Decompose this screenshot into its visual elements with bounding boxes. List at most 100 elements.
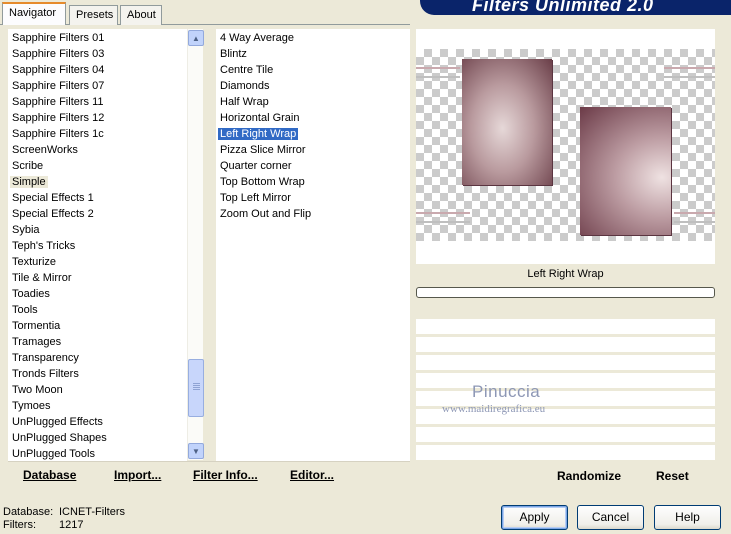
category-item[interactable]: Scribe (8, 158, 187, 174)
preview-edge (416, 67, 460, 69)
preview-edge (674, 221, 715, 223)
category-item-label: Sapphire Filters 04 (12, 64, 105, 76)
category-item-label: Tile & Mirror (12, 272, 72, 284)
category-item[interactable]: Sapphire Filters 04 (8, 62, 187, 78)
filter-item[interactable]: 4 Way Average (216, 30, 410, 46)
category-item[interactable]: ScreenWorks (8, 142, 187, 158)
preview-edge (416, 76, 460, 78)
filter-item[interactable]: Blintz (216, 46, 410, 62)
filter-item[interactable]: Quarter corner (216, 158, 410, 174)
preview-edge (664, 67, 715, 69)
chevron-down-icon: ▼ (192, 446, 200, 456)
filter-item[interactable]: Zoom Out and Flip (216, 206, 410, 222)
category-item-label: Sybia (12, 224, 40, 236)
reset-button[interactable]: Reset (656, 469, 689, 483)
filter-item-label: Diamonds (220, 80, 270, 92)
category-list[interactable]: Sapphire Filters 01 Sapphire Filters 03 Sa… (8, 29, 187, 461)
category-item[interactable]: Two Moon (8, 382, 187, 398)
help-button[interactable]: Help (654, 505, 721, 530)
category-item-label: Special Effects 1 (12, 192, 94, 204)
filter-item[interactable]: Centre Tile (216, 62, 410, 78)
database-button[interactable]: Database (23, 468, 76, 482)
category-item[interactable]: Tramages (8, 334, 187, 350)
category-item[interactable]: Tronds Filters (8, 366, 187, 382)
watermark-url: www.maidiregrafica.eu (442, 403, 546, 415)
category-item-label: UnPlugged Shapes (12, 432, 107, 444)
filter-list[interactable]: 4 Way Average Blintz Centre Tile Diamonds Ha… (216, 29, 410, 461)
category-item-label: Tramages (12, 336, 62, 348)
navigator-toolbar: Database Import... Filter Info... Editor… (8, 461, 410, 488)
category-item[interactable]: Sapphire Filters 01 (8, 30, 187, 46)
category-item[interactable]: Special Effects 2 (8, 206, 187, 222)
category-item[interactable]: Texturize (8, 254, 187, 270)
category-item[interactable]: Sapphire Filters 03 (8, 46, 187, 62)
category-item[interactable]: Simple (8, 174, 187, 190)
category-item[interactable]: Special Effects 1 (8, 190, 187, 206)
category-scrollbar[interactable]: ▲ ▼ (187, 29, 204, 460)
category-item[interactable]: Tymoes (8, 398, 187, 414)
category-item[interactable]: Sapphire Filters 1c (8, 126, 187, 142)
editor-button[interactable]: Editor... (290, 468, 334, 482)
filter-item[interactable]: Left Right Wrap (216, 126, 410, 142)
category-item-label: Sapphire Filters 01 (12, 32, 105, 44)
parameter-slot (416, 337, 715, 352)
category-item[interactable]: Tools (8, 302, 187, 318)
import-button[interactable]: Import... (114, 468, 161, 482)
filter-name-bar: Left Right Wrap (416, 264, 715, 285)
tab-presets[interactable]: Presets (69, 5, 118, 25)
category-item-label: UnPlugged Tools (12, 448, 95, 460)
preview-tile-right (580, 107, 671, 235)
tab-navigator[interactable]: Navigator (2, 2, 66, 25)
tab-about[interactable]: About (120, 5, 162, 25)
watermark-name: Pinuccia (472, 382, 541, 401)
category-item[interactable]: Sapphire Filters 12 (8, 110, 187, 126)
category-item[interactable]: Tile & Mirror (8, 270, 187, 286)
filter-item[interactable]: Diamonds (216, 78, 410, 94)
filter-item-label: Horizontal Grain (220, 112, 300, 124)
category-item-label: Tormentia (12, 320, 61, 332)
category-item[interactable]: Sapphire Filters 11 (8, 94, 187, 110)
category-item[interactable]: UnPlugged Tools (8, 446, 187, 461)
category-item-label: ScreenWorks (12, 144, 78, 156)
cancel-button[interactable]: Cancel (577, 505, 644, 530)
filter-item[interactable]: Pizza Slice Mirror (216, 142, 410, 158)
category-item-label: Special Effects 2 (12, 208, 94, 220)
scroll-down-button[interactable]: ▼ (188, 443, 204, 459)
category-item[interactable]: Toadies (8, 286, 187, 302)
filter-item-label: Zoom Out and Flip (220, 208, 312, 220)
apply-button[interactable]: Apply (501, 505, 568, 530)
category-item[interactable]: Tormentia (8, 318, 187, 334)
category-item[interactable]: UnPlugged Shapes (8, 430, 187, 446)
category-item-label: Scribe (12, 160, 44, 172)
filter-item-label: 4 Way Average (220, 32, 294, 44)
preview-edge (674, 212, 715, 214)
filter-item[interactable]: Top Left Mirror (216, 190, 410, 206)
filter-item-label: Quarter corner (220, 160, 292, 172)
filter-item[interactable]: Top Bottom Wrap (216, 174, 410, 190)
preview-edge (416, 221, 470, 223)
scroll-thumb[interactable] (188, 359, 204, 417)
filter-item[interactable]: Horizontal Grain (216, 110, 410, 126)
parameter-area (416, 300, 715, 460)
filters-count-value: 1217 (59, 519, 84, 531)
category-item-label: Tronds Filters (12, 368, 79, 380)
filter-item-label: Left Right Wrap (218, 128, 299, 140)
category-item-label: Sapphire Filters 12 (12, 112, 105, 124)
filter-item[interactable]: Half Wrap (216, 94, 410, 110)
category-item-label: UnPlugged Effects (12, 416, 103, 428)
category-item-label: Tools (12, 304, 38, 316)
selected-filter-name: Left Right Wrap (527, 268, 604, 280)
parameter-slot (416, 427, 715, 442)
randomize-button[interactable]: Randomize (557, 469, 621, 483)
category-item[interactable]: Sybia (8, 222, 187, 238)
scroll-up-button[interactable]: ▲ (188, 30, 204, 46)
category-item[interactable]: Transparency (8, 350, 187, 366)
category-item-label: Sapphire Filters 03 (12, 48, 105, 60)
category-item-label: Simple (10, 176, 48, 188)
preview-edge (416, 212, 470, 214)
category-item[interactable]: UnPlugged Effects (8, 414, 187, 430)
category-item[interactable]: Sapphire Filters 07 (8, 78, 187, 94)
category-item-label: Sapphire Filters 1c (12, 128, 104, 140)
category-item[interactable]: Teph's Tricks (8, 238, 187, 254)
filter-info-button[interactable]: Filter Info... (193, 468, 258, 482)
